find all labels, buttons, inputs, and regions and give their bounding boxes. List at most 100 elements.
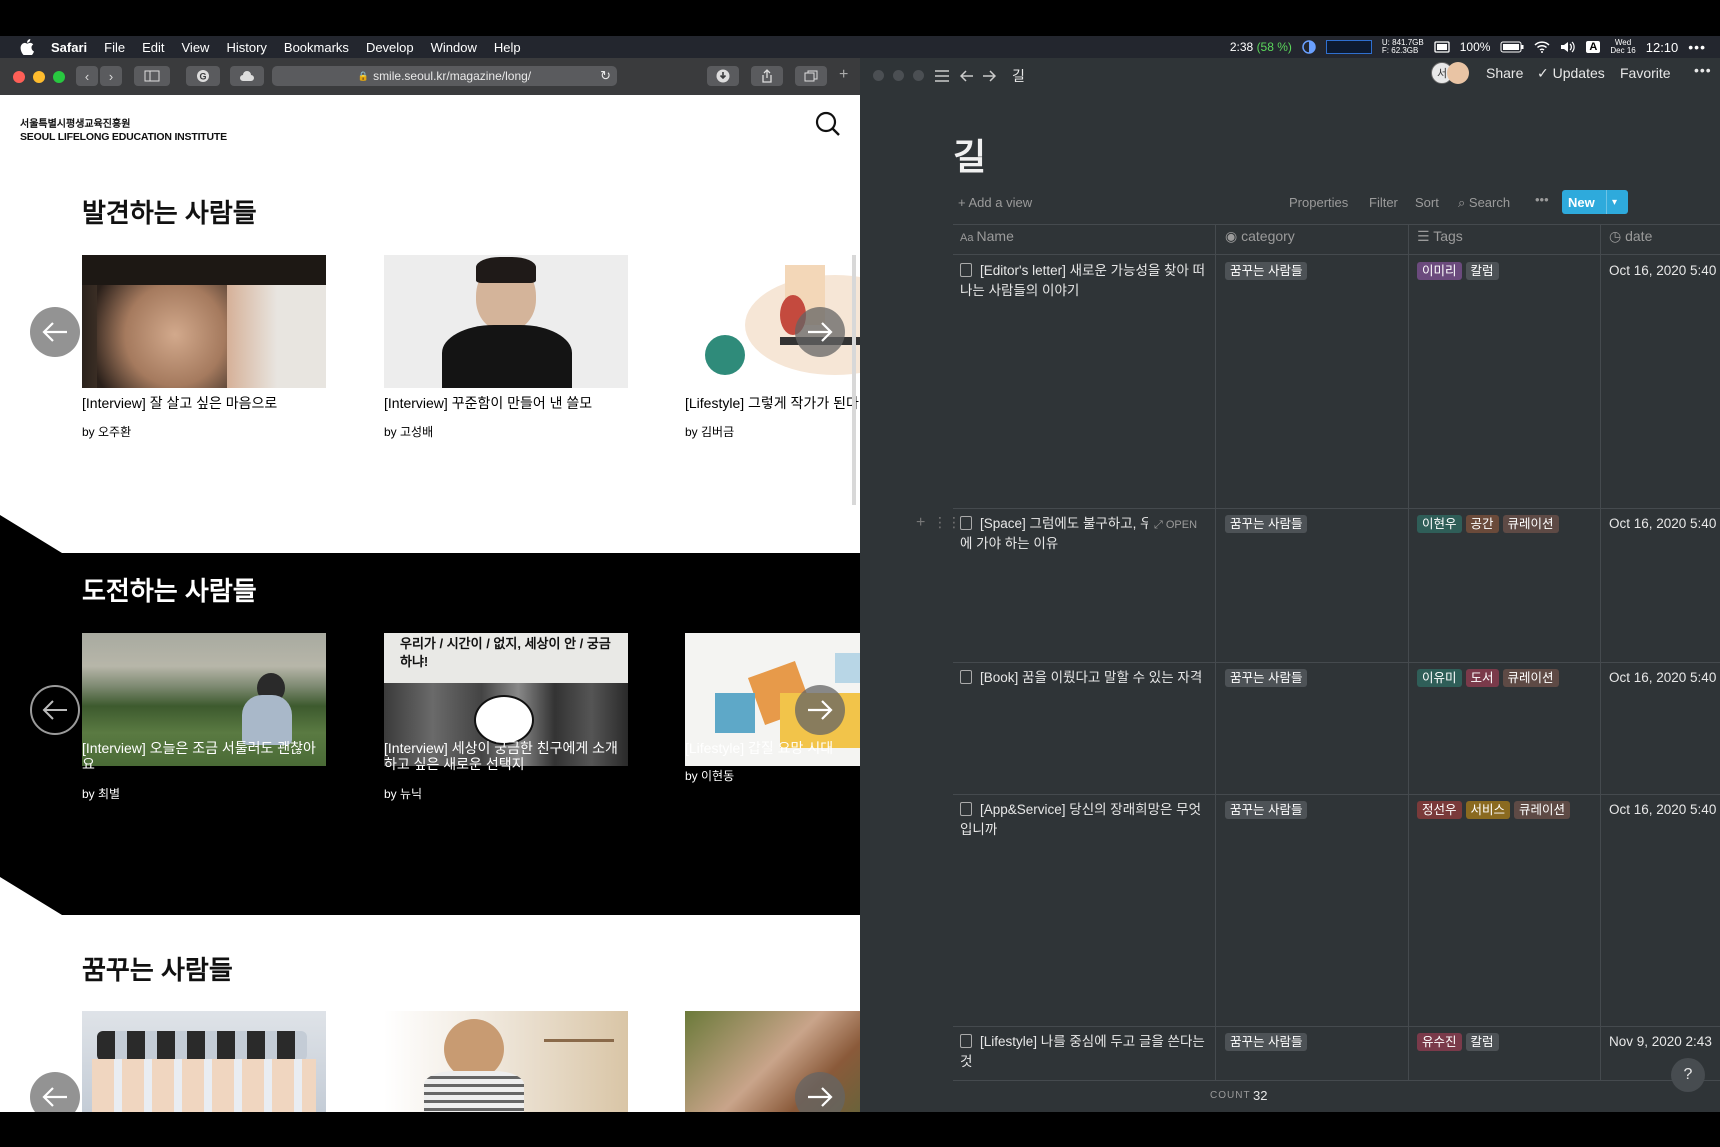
battery-percent[interactable]: 100% [1460,40,1491,54]
sidebar-menu-icon[interactable] [934,70,950,82]
table-row-date[interactable]: Oct 16, 2020 5:40 [1609,261,1716,281]
card-caption[interactable]: [Lifestyle] 그렇게 작가가 된다 [685,395,860,411]
downloads-button[interactable] [707,66,739,86]
carousel-prev-button[interactable] [30,685,80,735]
menu-bookmarks[interactable]: Bookmarks [284,40,349,55]
help-button[interactable]: ? [1671,1058,1705,1092]
menu-edit[interactable]: Edit [142,40,164,55]
open-button[interactable]: ⤢ OPEN [1148,516,1210,534]
sort-button[interactable]: Sort [1415,195,1439,210]
search-icon[interactable] [815,111,841,137]
new-tab-button[interactable]: + [839,66,848,84]
menu-window[interactable]: Window [431,40,477,55]
drag-handle-icon[interactable]: ⋮⋮ [933,514,961,531]
back-arrow-icon[interactable] [960,70,974,82]
card-image[interactable] [384,1011,628,1112]
menu-help[interactable]: Help [494,40,521,55]
search-button[interactable]: ⌕ Search [1458,195,1510,211]
display-icon[interactable] [1434,41,1450,53]
minimize-window-button[interactable] [893,70,904,81]
carousel-next-button[interactable] [795,307,845,357]
close-window-button[interactable] [873,70,884,81]
card-image[interactable] [82,1011,326,1112]
table-row-category[interactable]: 꿈꾸는 사람들 [1225,668,1311,688]
menu-app[interactable]: Safari [51,40,87,55]
column-header-category[interactable]: ◉ category [1225,228,1295,245]
tabs-button[interactable] [795,66,827,86]
table-row-category[interactable]: 꿈꾸는 사람들 [1225,261,1311,281]
chevron-down-icon[interactable]: ▾ [1612,197,1617,208]
table-row-category[interactable]: 꿈꾸는 사람들 [1225,514,1311,534]
close-window-button[interactable] [13,71,25,83]
column-header-date[interactable]: ◷ date [1609,228,1652,245]
more-options-icon[interactable]: ••• [1535,192,1549,207]
apple-icon[interactable] [20,39,34,55]
timer-status[interactable]: 2:38 (58 %) [1230,40,1292,54]
table-row-date[interactable]: Oct 16, 2020 5:40 [1609,514,1716,534]
table-row-date[interactable]: Oct 16, 2020 5:40 [1609,800,1716,820]
table-row-name[interactable]: [Lifestyle] 나를 중심에 두고 글을 쓴다는 것 [960,1032,1210,1072]
add-row-icon[interactable]: + [916,514,925,532]
avatar[interactable] [1447,62,1469,84]
carousel-next-button[interactable] [795,685,845,735]
add-view-button[interactable]: + Add a view [958,195,1032,210]
menu-history[interactable]: History [226,40,266,55]
table-row-date[interactable]: Nov 9, 2020 2:43 [1609,1032,1712,1052]
minimize-window-button[interactable] [33,71,45,83]
card-caption[interactable]: [Interview] 꾸준함이 만들어 낸 쓸모 [384,395,634,411]
address-bar[interactable]: 🔒 smile.seoul.kr/magazine/long/ ↻ [272,66,617,86]
card-caption[interactable]: [Lifestyle] 갑질 요망 시대 [685,740,860,756]
cloud-button[interactable] [230,66,264,86]
date-stack[interactable]: Wed Dec 16 [1610,39,1635,55]
disk-usage[interactable]: U: 841.7GB F: 62.3GB [1382,39,1424,55]
column-header-tags[interactable]: ☰ Tags [1417,228,1463,245]
table-row-date[interactable]: Oct 16, 2020 5:40 [1609,668,1716,688]
table-row-category[interactable]: 꿈꾸는 사람들 [1225,1032,1311,1052]
table-row-tags[interactable]: 유수진 칼럼 [1417,1032,1503,1052]
network-graph[interactable] [1325,40,1372,54]
forward-arrow-icon[interactable] [982,70,996,82]
updates-button[interactable]: ✓ Updates [1537,65,1605,82]
table-row-name[interactable]: [App&Service] 당신의 장래희망은 무엇입니까 [960,800,1210,840]
grammarly-button[interactable]: G [186,66,220,86]
clock[interactable]: 12:10 [1646,40,1679,55]
more-icon[interactable]: ••• [1688,39,1706,55]
battery-icon[interactable] [1500,41,1524,53]
table-row-tags[interactable]: 이미리 칼럼 [1417,261,1503,281]
card-caption[interactable]: [Interview] 세상이 궁금한 친구에게 소개하고 싶은 새로운 선택지 [384,740,624,772]
page-title[interactable]: 길 [953,128,986,180]
table-row-tags[interactable]: 이유미 도서 큐레이션 [1417,668,1563,688]
card-image[interactable] [384,255,628,388]
card-caption[interactable]: [Interview] 오늘은 조금 서툴러도 괜찮아요 [82,740,322,772]
properties-button[interactable]: Properties [1289,195,1348,210]
sidebar-button[interactable] [134,66,170,86]
table-row-category[interactable]: 꿈꾸는 사람들 [1225,800,1311,820]
table-row-tags[interactable]: 이현우 공간 큐레이션 [1417,514,1563,534]
filter-button[interactable]: Filter [1369,195,1398,210]
table-row-name[interactable]: [Book] 꿈을 이뤘다고 말할 수 있는 자격 [960,668,1210,688]
zoom-window-button[interactable] [53,71,65,83]
menu-view[interactable]: View [182,40,210,55]
more-options-icon[interactable]: ••• [1694,62,1712,78]
carousel-prev-button[interactable] [30,1072,80,1112]
reload-icon[interactable]: ↻ [600,68,611,84]
scrollbar[interactable] [852,255,856,505]
breadcrumb[interactable]: 길 [1012,66,1025,86]
carousel-prev-button[interactable] [30,307,80,357]
site-logo-ko[interactable]: 서울특별시평생교육진흥원 [20,115,130,130]
zoom-window-button[interactable] [913,70,924,81]
favorite-button[interactable]: Favorite [1620,65,1671,81]
column-header-name[interactable]: Aa Name [960,228,1014,244]
table-row-name[interactable]: [Editor's letter] 새로운 가능성을 찾아 떠나는 사람들의 이… [960,261,1210,301]
new-button[interactable]: New ▾ [1562,190,1628,214]
card-image[interactable] [82,255,326,388]
wifi-icon[interactable] [1534,41,1550,53]
input-source[interactable]: A [1586,41,1601,53]
site-logo-en[interactable]: SEOUL LIFELONG EDUCATION INSTITUTE [20,131,227,143]
share-button[interactable]: Share [1486,65,1523,81]
forward-button[interactable]: › [100,66,122,86]
back-button[interactable]: ‹ [76,66,98,86]
share-button[interactable] [751,66,783,86]
menu-file[interactable]: File [104,40,125,55]
table-row-tags[interactable]: 정선우 서비스 큐레이션 [1417,800,1574,820]
